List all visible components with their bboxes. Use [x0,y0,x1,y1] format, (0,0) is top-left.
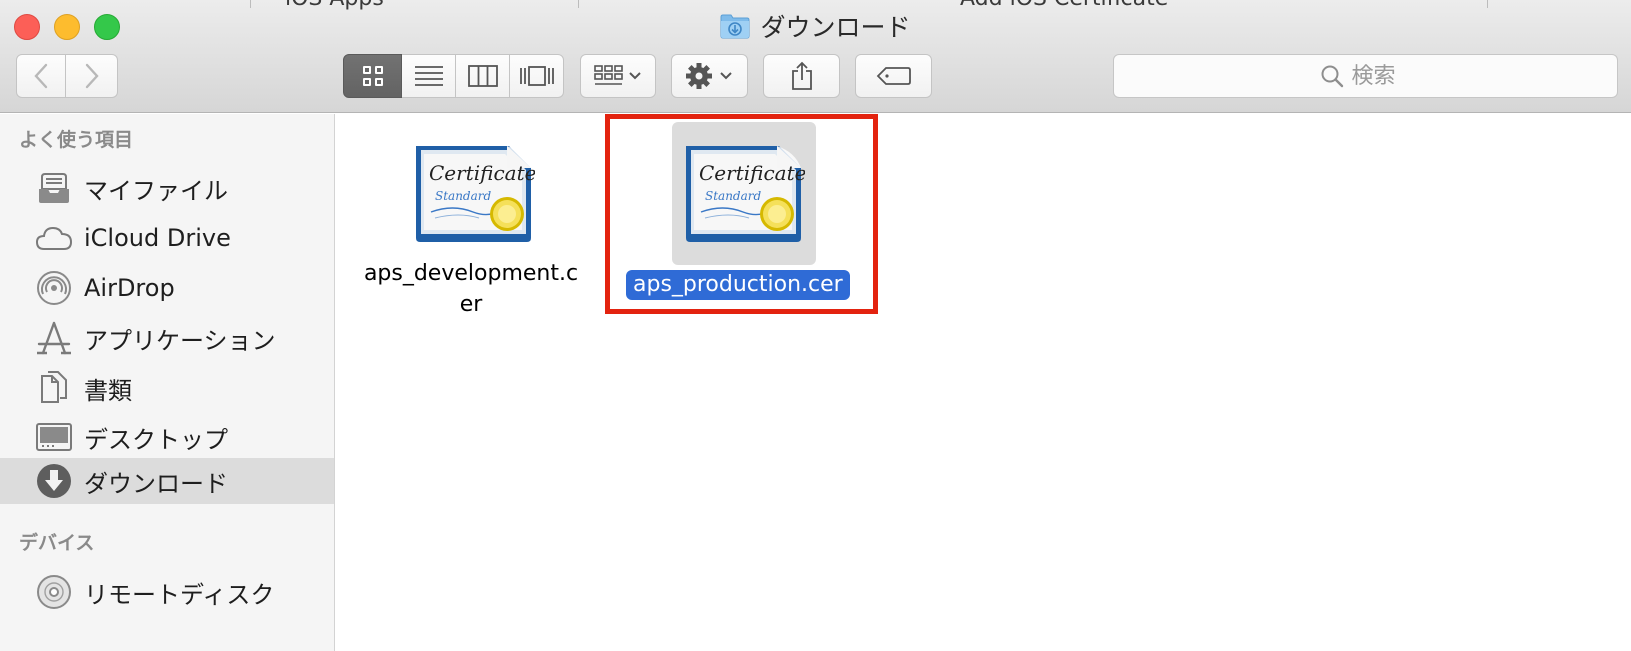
sidebar-item-desktop[interactable]: デスクトップ [0,414,334,460]
desktop-icon [34,417,74,457]
chevron-right-icon [85,63,99,89]
share-button[interactable] [763,54,840,98]
tags-button[interactable] [855,54,932,98]
icon-view-button[interactable] [343,54,402,98]
sidebar-item-all-my-files[interactable]: マイファイル [0,165,334,211]
sidebar-item-documents[interactable]: 書類 [0,365,334,411]
file-item-aps-development[interactable]: Certificate Standard aps_development.c e… [336,114,606,334]
view-mode-control [343,54,564,98]
search-icon [1321,65,1343,88]
sidebar: よく使う項目 マイファイル iCloud Drive AirDrop アプリケー… [0,114,335,651]
column-view-button[interactable] [456,54,510,98]
downloads-folder-icon [720,13,750,39]
forward-button[interactable] [66,54,118,98]
svg-text:Certificate: Certificate [429,161,535,185]
airdrop-icon [34,268,74,308]
sidebar-item-label: マイファイル [84,176,228,205]
svg-text:Standard: Standard [435,189,491,203]
file-name-line: aps_development.c [363,261,579,286]
tag-icon [876,67,911,85]
column-view-icon [467,65,498,87]
coverflow-view-button[interactable] [510,54,564,98]
sidebar-item-label: 書類 [84,376,132,405]
sidebar-item-label: ダウンロード [84,469,228,498]
sidebar-item-remote-disc[interactable]: リモートディスク [0,569,334,615]
highlight-annotation [605,114,878,314]
sidebar-item-icloud-drive[interactable]: iCloud Drive [0,215,334,261]
window-toolbar: iOS Apps Add iOS Certificate ダウンロード [0,0,1631,113]
cloud-icon [34,218,74,258]
search-input[interactable] [1351,63,1412,89]
sidebar-item-label: リモートディスク [84,580,275,609]
file-name-line: er [459,292,483,317]
sidebar-section-favorites: よく使う項目 [19,129,134,151]
documents-icon [34,368,74,408]
search-field[interactable] [1113,54,1618,98]
action-menu-button[interactable] [671,54,748,98]
sidebar-item-airdrop[interactable]: AirDrop [0,265,334,311]
all-my-files-icon [34,168,74,208]
back-button[interactable] [16,54,66,98]
list-view-button[interactable] [402,54,456,98]
sidebar-item-applications[interactable]: アプリケーション [0,315,334,361]
share-icon [791,61,812,90]
sidebar-item-label: デスクトップ [84,425,228,454]
gear-icon [685,63,732,89]
icon-view-icon [362,66,383,86]
download-icon [34,461,74,501]
sidebar-section-devices: デバイス [19,532,95,554]
window-title: ダウンロード [760,13,911,42]
applications-icon [34,318,74,358]
certificate-icon: Certificate Standard [413,140,536,250]
arrange-button[interactable] [580,54,656,98]
window-title-bar: ダウンロード [0,8,1631,42]
arrange-grid-icon [594,65,641,85]
sidebar-item-label: iCloud Drive [84,224,231,252]
coverflow-view-icon [519,66,554,86]
sidebar-item-label: AirDrop [84,274,175,302]
sidebar-item-label: アプリケーション [84,326,276,355]
sidebar-item-downloads[interactable]: ダウンロード [0,458,334,504]
file-browser-content: Certificate Standard aps_development.c e… [336,114,1631,651]
chevron-left-icon [34,63,48,89]
remote-disc-icon [34,572,74,612]
list-view-icon [414,66,443,86]
